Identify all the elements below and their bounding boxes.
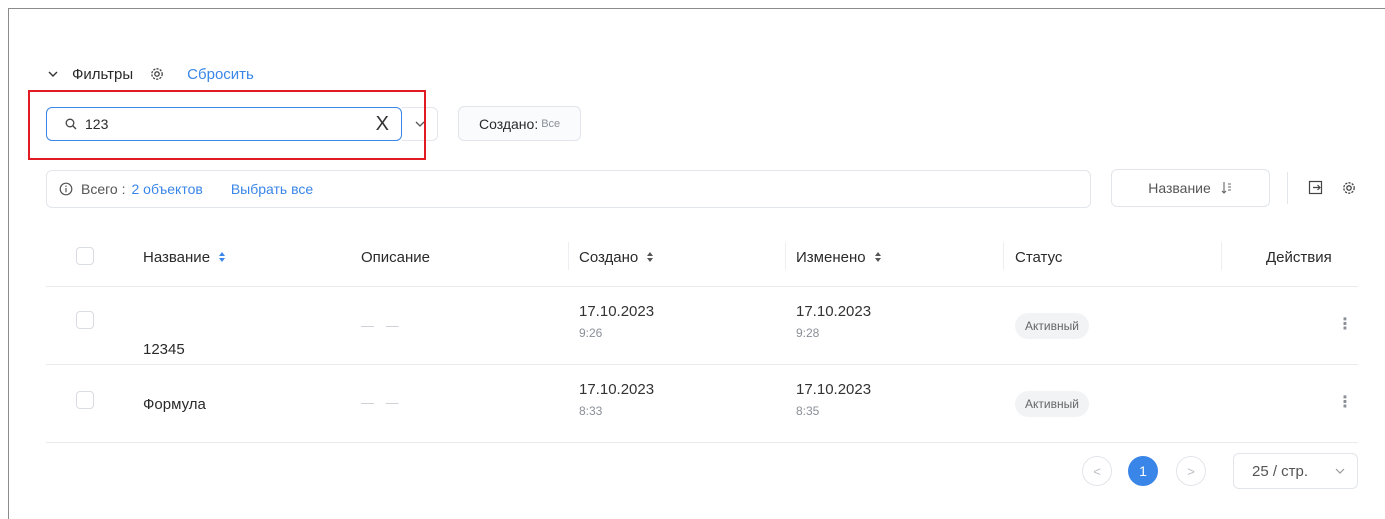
column-header-description: Описание bbox=[361, 246, 430, 268]
more-actions-icon[interactable]: ⋮ bbox=[1337, 392, 1353, 412]
selection-info-bar: Всего : 2 объектов Выбрать все bbox=[46, 170, 1091, 208]
page-size-select[interactable]: 25 / стр. bbox=[1233, 453, 1358, 489]
row-created-date: 17.10.2023 bbox=[579, 303, 655, 320]
column-header-modified-label: Изменено bbox=[796, 248, 866, 266]
row-description-empty: — — bbox=[361, 318, 403, 333]
column-header-name-label: Название bbox=[143, 248, 211, 266]
chevron-down-icon[interactable] bbox=[48, 69, 58, 79]
column-divider bbox=[1221, 242, 1222, 270]
row-created: 17.10.2023 8:33 bbox=[579, 381, 654, 418]
total-count[interactable]: 2 объектов bbox=[132, 181, 203, 197]
row-divider bbox=[46, 364, 1358, 365]
column-header-created[interactable]: Создано bbox=[579, 246, 654, 268]
row-modified-time: 8:35 bbox=[796, 404, 820, 418]
info-icon bbox=[59, 182, 73, 196]
column-header-actions-label: Действия bbox=[1266, 248, 1332, 266]
total-label: Всего : bbox=[81, 181, 126, 197]
sort-icon[interactable] bbox=[874, 251, 882, 263]
column-divider bbox=[1003, 242, 1004, 270]
select-all-link[interactable]: Выбрать все bbox=[231, 181, 313, 197]
row-created-date: 17.10.2023 bbox=[579, 381, 655, 398]
sort-active-icon[interactable] bbox=[218, 251, 226, 263]
column-header-status: Статус bbox=[1015, 246, 1062, 268]
export-icon[interactable] bbox=[1308, 180, 1324, 196]
chevron-down-icon bbox=[1335, 468, 1345, 474]
more-actions-icon[interactable]: ⋮ bbox=[1337, 314, 1353, 334]
row-modified-date: 17.10.2023 bbox=[796, 303, 872, 320]
column-header-name[interactable]: Название bbox=[143, 246, 226, 268]
select-all-checkbox[interactable] bbox=[76, 247, 94, 265]
toolbar-divider bbox=[1287, 172, 1288, 204]
row-checkbox[interactable] bbox=[76, 311, 94, 329]
row-created-time: 8:33 bbox=[579, 404, 603, 418]
column-header-description-label: Описание bbox=[361, 248, 431, 266]
row-divider bbox=[46, 442, 1358, 443]
row-name[interactable]: 12345 bbox=[143, 341, 185, 358]
page-size-value: 25 / стр. bbox=[1252, 462, 1309, 480]
pagination-prev-button[interactable]: < bbox=[1082, 456, 1112, 486]
column-header-modified[interactable]: Изменено bbox=[796, 246, 882, 268]
pagination-page-1[interactable]: 1 bbox=[1128, 456, 1158, 486]
filters-header[interactable]: Фильтры Сбросить bbox=[48, 64, 254, 84]
row-modified-date: 17.10.2023 bbox=[796, 381, 872, 398]
created-filter-button[interactable]: Создано: Все bbox=[458, 106, 582, 141]
sort-label: Название bbox=[1148, 180, 1211, 196]
row-modified: 17.10.2023 8:35 bbox=[796, 381, 871, 418]
row-name[interactable]: Формула bbox=[143, 396, 206, 413]
status-badge: Активный bbox=[1015, 313, 1089, 339]
status-badge: Активный bbox=[1015, 391, 1089, 417]
row-checkbox[interactable] bbox=[76, 391, 94, 409]
reset-filters-link[interactable]: Сбросить bbox=[187, 66, 254, 83]
row-created: 17.10.2023 9:26 bbox=[579, 303, 654, 340]
sort-icon[interactable] bbox=[646, 251, 654, 263]
column-header-actions: Действия bbox=[1266, 246, 1332, 268]
table-settings-gear-icon[interactable] bbox=[1341, 180, 1357, 196]
sort-button[interactable]: Название bbox=[1111, 169, 1270, 207]
gear-icon[interactable] bbox=[149, 66, 165, 82]
column-divider bbox=[568, 242, 569, 270]
column-divider bbox=[785, 242, 786, 270]
row-divider bbox=[46, 286, 1358, 287]
row-created-time: 9:26 bbox=[579, 326, 603, 340]
filters-title: Фильтры bbox=[72, 65, 134, 83]
row-description-empty: — — bbox=[361, 395, 403, 410]
created-filter-value: Все bbox=[541, 117, 561, 130]
column-header-created-label: Создано bbox=[579, 248, 639, 266]
row-modified: 17.10.2023 9:28 bbox=[796, 303, 871, 340]
column-header-status-label: Статус bbox=[1015, 248, 1063, 266]
highlight-box bbox=[28, 90, 426, 160]
created-filter-label: Создано: bbox=[479, 115, 539, 132]
sort-order-icon bbox=[1221, 182, 1231, 194]
pagination-next-button[interactable]: > bbox=[1176, 456, 1206, 486]
row-modified-time: 9:28 bbox=[796, 326, 820, 340]
